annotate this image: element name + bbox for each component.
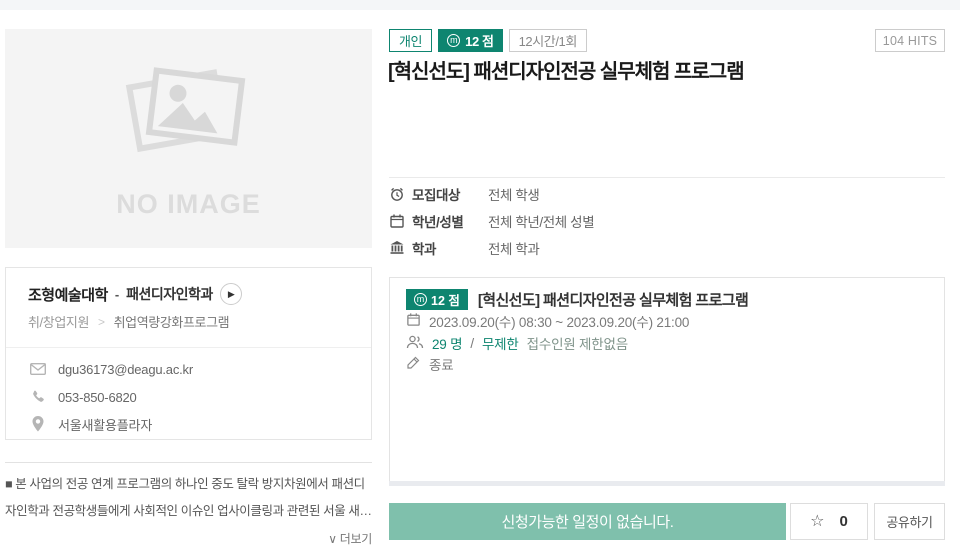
section-divider <box>389 177 945 178</box>
phone-text: 053-850-6820 <box>58 390 137 405</box>
calendar-icon <box>389 213 412 229</box>
mail-icon <box>30 363 46 375</box>
detail-label: 모집대상 <box>412 184 488 204</box>
breadcrumb: 취/창업지원 > 취업역량강화프로그램 <box>28 312 229 331</box>
location-pin-icon <box>30 416 46 432</box>
contact-phone-row: 053-850-6820 <box>30 389 137 405</box>
schedule-capacity-row: 29 명 / 무제한 접수인원 제한없음 <box>406 333 628 353</box>
people-icon <box>406 335 424 352</box>
program-image-placeholder: NO IMAGE <box>5 29 372 248</box>
detail-value: 전체 학년/전체 성별 <box>488 211 594 231</box>
schedule-card[interactable]: m 12 점 [혁신선도] 패션디자인전공 실무체험 프로그램 2023.09.… <box>389 277 945 486</box>
play-icon: ▶ <box>227 290 235 299</box>
schedule-points-badge: m 12 점 <box>406 289 468 310</box>
schedule-status-row: 종료 <box>406 354 453 374</box>
card-divider <box>6 347 371 348</box>
program-description: ■ 본 사업의 전공 연계 프로그램의 하나인 중도 탈락 방지차원에서 패션디… <box>5 471 372 548</box>
capacity: 무제한 <box>482 333 519 353</box>
description-line: ■ 본 사업의 전공 연계 프로그램의 하나인 중도 탈락 방지차원에서 패션디 <box>5 471 372 498</box>
top-strip <box>0 0 960 10</box>
schedule-title: [혁신선도] 패션디자인전공 실무체험 프로그램 <box>478 289 748 310</box>
photo-icon <box>5 51 372 176</box>
applicant-count: 29 명 <box>432 333 462 353</box>
schedule-period-row: 2023.09.20(수) 08:30 ~ 2023.09.20(수) 21:0… <box>406 311 689 331</box>
breadcrumb-subcategory[interactable]: 취업역량강화프로그램 <box>114 312 230 331</box>
calendar-icon <box>406 312 421 330</box>
detail-label: 학년/성별 <box>412 211 488 231</box>
organization-header: 조형예술대학 - 패션디자인학과 ▶ <box>28 283 242 305</box>
separator-dash: - <box>115 287 119 302</box>
detail-row-target: 모집대상 전체 학생 <box>389 185 539 202</box>
email-text: dgu36173@deagu.ac.kr <box>58 362 193 377</box>
share-button[interactable]: 공유하기 <box>874 503 945 540</box>
badge-hours: 12시간/1회 <box>509 29 587 52</box>
points-label: 12 점 <box>465 31 493 50</box>
detail-label: 학과 <box>412 238 488 258</box>
m-circle-icon: m <box>414 293 427 306</box>
badge-points: m 12 점 <box>438 29 502 52</box>
section-divider <box>5 462 372 463</box>
horizontal-scrollbar[interactable] <box>389 481 945 486</box>
contact-email-row: dgu36173@deagu.ac.kr <box>30 361 193 377</box>
pen-icon <box>406 355 421 373</box>
contact-location-row: 서울새활용플라자 <box>30 416 152 432</box>
no-schedule-button[interactable]: 신청가능한 일정이 없습니다. <box>389 503 786 540</box>
department-name: 패션디자인학과 <box>126 284 213 304</box>
status-text: 종료 <box>429 354 453 374</box>
schedule-header: m 12 점 [혁신선도] 패션디자인전공 실무체험 프로그램 <box>406 289 748 310</box>
capacity-note: 접수인원 제한없음 <box>527 333 628 353</box>
organization-card: 조형예술대학 - 패션디자인학과 ▶ 취/창업지원 > 취업역량강화프로그램 d… <box>5 267 372 440</box>
chevron-down-icon: ∨ <box>328 532 336 546</box>
slash-separator: / <box>470 336 474 351</box>
chevron-right-icon: > <box>98 315 105 329</box>
detail-value: 전체 학생 <box>488 184 539 204</box>
page-title: [혁신선도] 패션디자인전공 실무체험 프로그램 <box>388 55 744 84</box>
detail-row-grade-gender: 학년/성별 전체 학년/전체 성별 <box>389 212 594 229</box>
schedule-points-label: 12 점 <box>431 290 460 309</box>
no-image-label: NO IMAGE <box>5 189 372 220</box>
more-label: 더보기 <box>340 532 372 546</box>
more-button[interactable]: ∨ 더보기 <box>328 532 372 546</box>
expand-play-button[interactable]: ▶ <box>220 283 242 305</box>
schedule-period: 2023.09.20(수) 08:30 ~ 2023.09.20(수) 21:0… <box>429 311 689 331</box>
hits-counter: 104 HITS <box>875 29 945 52</box>
favorite-button[interactable]: ☆ 0 <box>790 503 868 540</box>
phone-icon <box>30 390 46 404</box>
bank-icon <box>389 240 412 256</box>
badge-personal: 개인 <box>389 29 432 52</box>
detail-row-department: 학과 전체 학과 <box>389 239 539 256</box>
badge-row: 개인 m 12 점 12시간/1회 <box>389 29 587 52</box>
clock-icon <box>389 186 412 202</box>
description-line: 자인학과 전공학생들에게 사회적인 이슈인 업사이클링과 관련된 서울 새… <box>5 498 372 525</box>
favorite-count: 0 <box>840 513 848 530</box>
m-circle-icon: m <box>447 34 460 47</box>
location-text: 서울새활용플라자 <box>58 415 152 434</box>
star-icon: ☆ <box>810 514 824 530</box>
breadcrumb-category[interactable]: 취/창업지원 <box>28 312 89 331</box>
detail-value: 전체 학과 <box>488 238 539 258</box>
college-name: 조형예술대학 <box>28 284 108 305</box>
